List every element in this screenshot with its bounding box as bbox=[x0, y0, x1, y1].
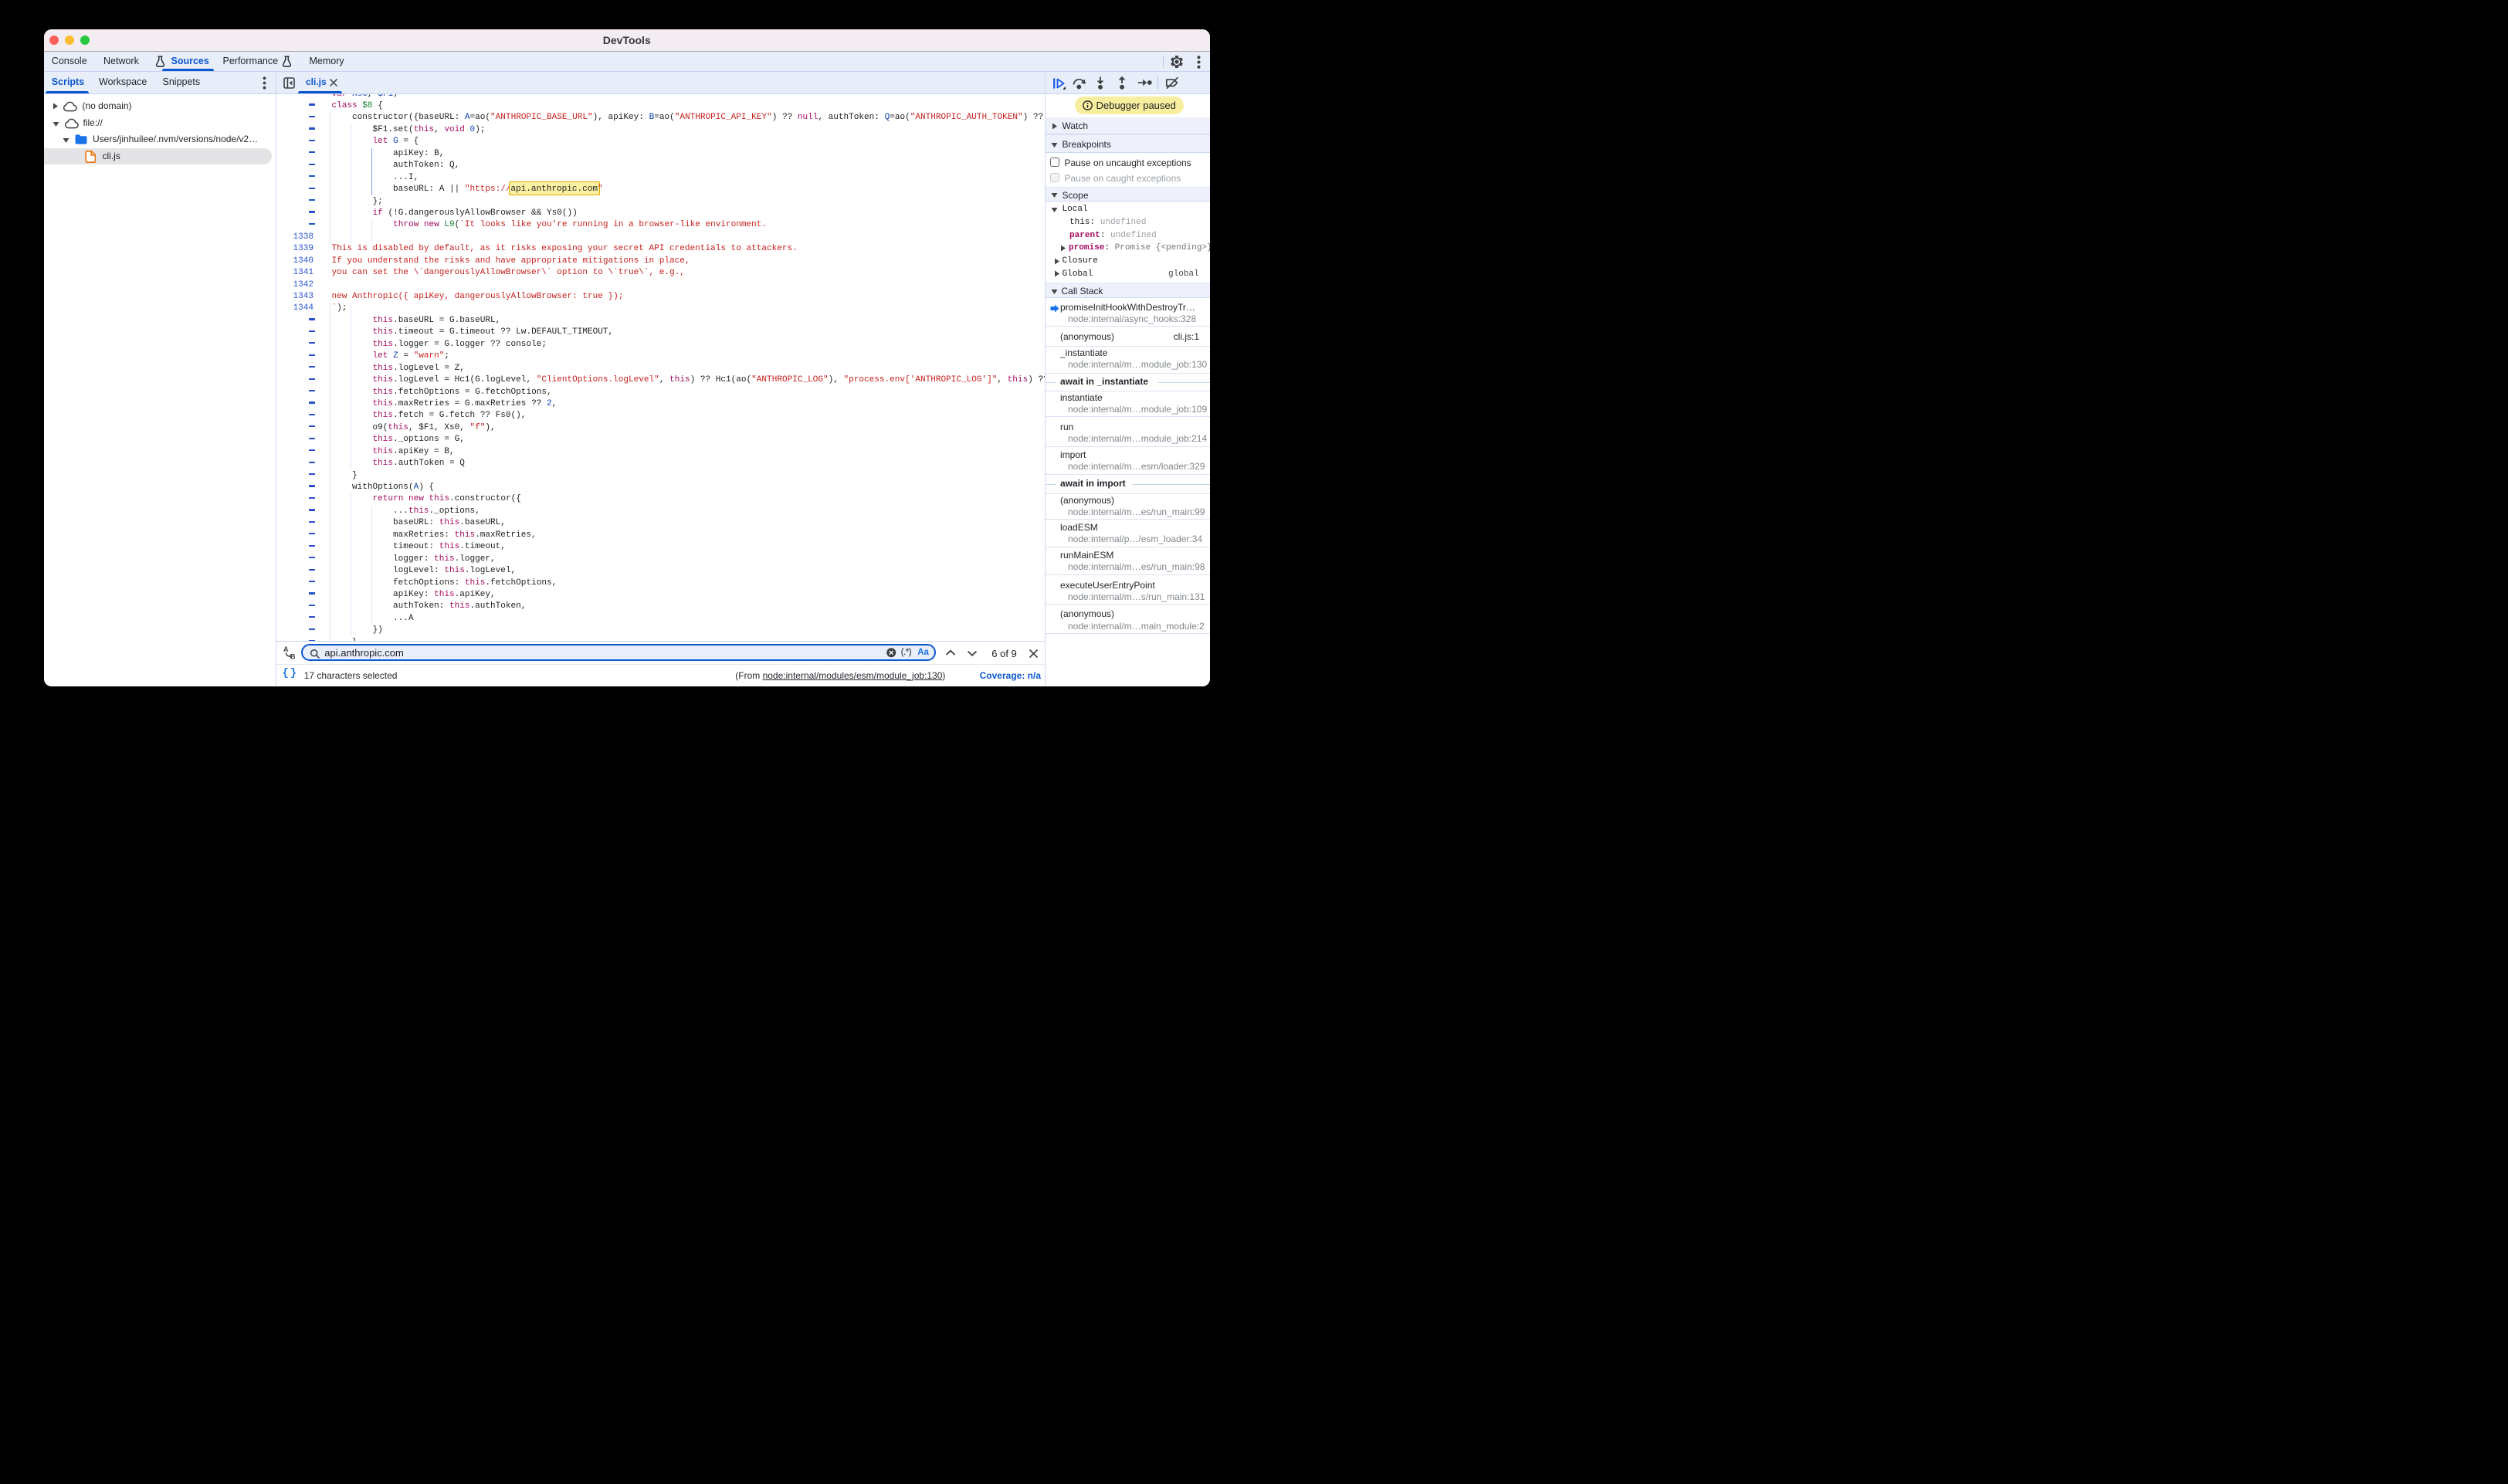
svg-text:A: A bbox=[283, 645, 289, 653]
